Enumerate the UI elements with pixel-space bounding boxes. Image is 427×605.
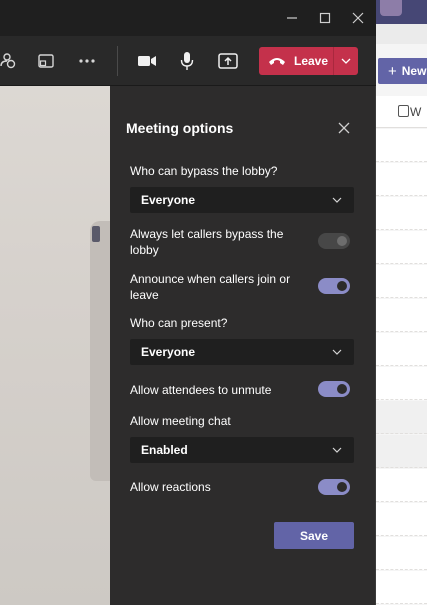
minimize-icon — [287, 17, 297, 19]
save-button[interactable]: Save — [274, 522, 354, 549]
participants-button[interactable] — [0, 49, 20, 73]
toggle-knob — [337, 384, 347, 394]
video-shape — [90, 221, 110, 481]
meeting-chat-label: Allow meeting chat — [130, 414, 231, 428]
callers-bypass-label: Always let callers bypass the lobby — [130, 227, 284, 257]
background-row[interactable] — [376, 469, 427, 502]
hang-up-icon — [269, 58, 285, 65]
background-row[interactable] — [376, 401, 427, 434]
participants-icon — [0, 53, 16, 69]
background-row[interactable] — [376, 333, 427, 366]
background-row[interactable] — [376, 231, 427, 264]
meeting-window: Leave Meeting options Who can bypass the… — [0, 0, 376, 605]
toggle-knob — [337, 281, 347, 291]
toggle-knob — [337, 236, 347, 246]
toggle-knob — [337, 482, 347, 492]
who-can-present-value: Everyone — [141, 345, 196, 359]
share-tray-icon — [38, 54, 54, 68]
background-row[interactable] — [376, 367, 427, 400]
close-icon — [338, 122, 350, 134]
callers-bypass-toggle[interactable] — [318, 233, 350, 249]
close-window-icon — [352, 12, 364, 24]
video-feed — [0, 86, 110, 605]
who-can-present-label: Who can present? — [130, 316, 228, 330]
leave-options-button[interactable] — [334, 47, 358, 75]
background-avatar[interactable] — [380, 0, 402, 16]
close-window-button[interactable] — [346, 6, 370, 30]
more-options-icon — [79, 59, 95, 63]
title-bar — [0, 0, 376, 36]
background-row[interactable] — [376, 129, 427, 162]
who-can-present-dropdown[interactable]: Everyone — [130, 339, 354, 365]
background-row[interactable] — [376, 197, 427, 230]
calendar-icon — [398, 105, 409, 117]
background-row[interactable] — [376, 571, 427, 604]
meeting-toolbar: Leave — [0, 36, 376, 86]
new-meeting-button[interactable]: + New — [378, 58, 427, 84]
share-screen-button[interactable] — [216, 49, 240, 73]
leave-label: Leave — [294, 54, 329, 68]
chevron-down-icon — [332, 349, 342, 355]
microphone-icon — [180, 52, 194, 70]
toolbar-divider — [117, 46, 118, 76]
background-row[interactable] — [376, 299, 427, 332]
chevron-down-icon — [332, 447, 342, 453]
reactions-label: Allow reactions — [130, 480, 211, 494]
chevron-down-icon — [332, 197, 342, 203]
leave-button[interactable]: Leave — [259, 47, 358, 75]
background-row[interactable] — [376, 163, 427, 196]
background-row[interactable] — [376, 435, 427, 468]
meeting-chat-value: Enabled — [141, 443, 188, 457]
bypass-lobby-label: Who can bypass the lobby? — [130, 164, 278, 178]
share-screen-icon — [218, 53, 238, 69]
plus-icon: + — [388, 62, 397, 80]
background-strip — [376, 24, 427, 44]
more-options-button[interactable] — [75, 49, 99, 73]
attendees-unmute-label: Allow attendees to unmute — [130, 383, 272, 397]
panel-title: Meeting options — [126, 120, 234, 136]
bypass-lobby-dropdown[interactable]: Everyone — [130, 187, 354, 213]
bypass-lobby-value: Everyone — [141, 193, 196, 207]
chevron-down-icon — [341, 58, 351, 64]
close-panel-button[interactable] — [336, 120, 352, 136]
camera-icon — [138, 56, 156, 66]
share-tray-button[interactable] — [34, 49, 58, 73]
new-button-label: New — [401, 64, 427, 78]
reactions-toggle[interactable] — [318, 479, 350, 495]
background-row[interactable] — [376, 265, 427, 298]
camera-button[interactable] — [135, 49, 159, 73]
announce-callers-label: Announce when callers join or leave — [130, 272, 291, 302]
video-mark — [92, 226, 100, 242]
leave-main-button[interactable]: Leave — [259, 47, 333, 75]
maximize-button[interactable] — [313, 6, 337, 30]
header-row-label: W — [410, 104, 422, 119]
meeting-options-panel: Meeting options Who can bypass the lobby… — [110, 86, 375, 605]
minimize-button[interactable] — [280, 6, 304, 30]
attendees-unmute-toggle[interactable] — [318, 381, 350, 397]
background-row[interactable] — [376, 537, 427, 570]
meeting-chat-dropdown[interactable]: Enabled — [130, 437, 354, 463]
microphone-button[interactable] — [175, 49, 199, 73]
announce-callers-toggle[interactable] — [318, 278, 350, 294]
screen: + New W Leave Meeting options Who can by… — [0, 0, 427, 605]
maximize-icon — [319, 12, 331, 24]
background-row[interactable] — [376, 503, 427, 536]
